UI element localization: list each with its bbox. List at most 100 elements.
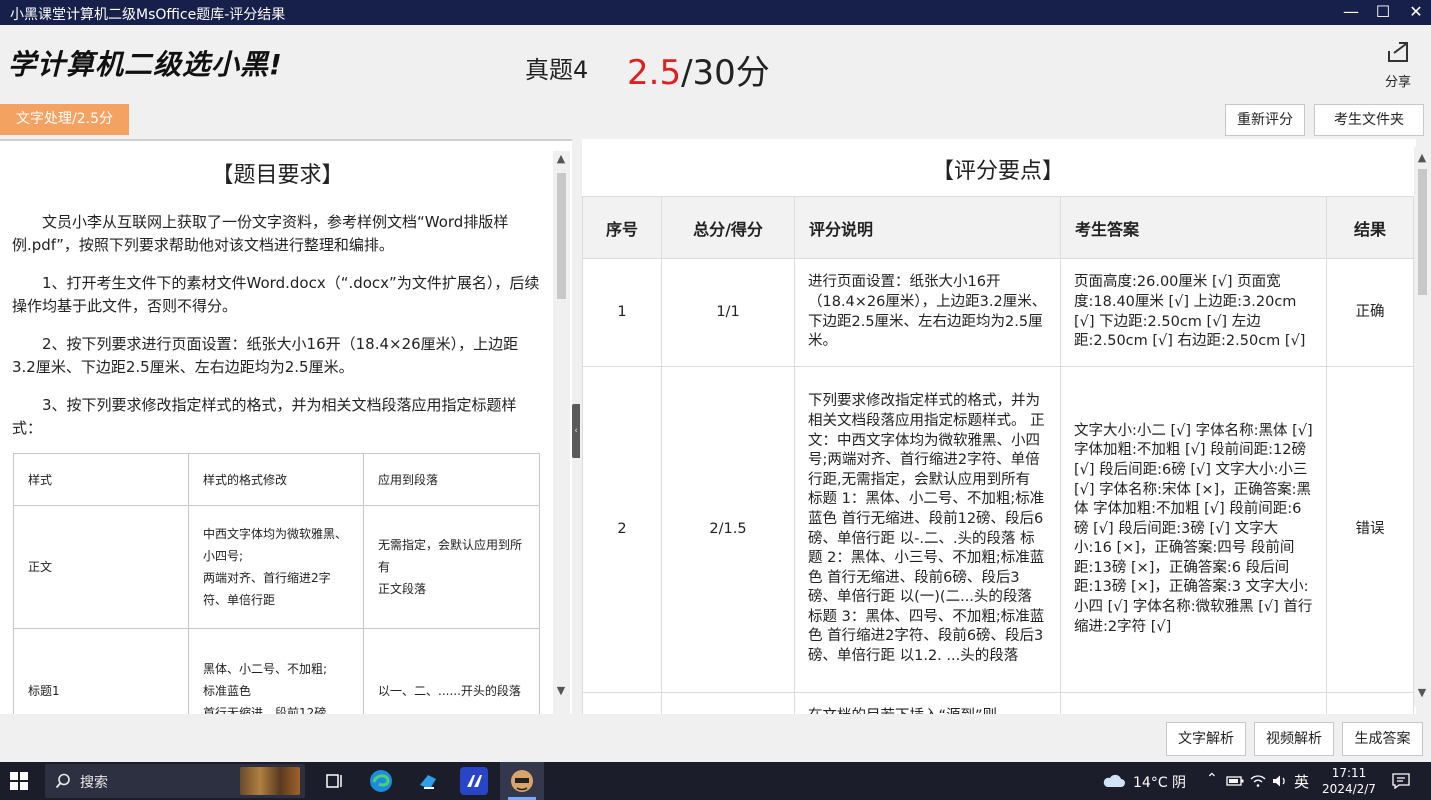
scroll-down-icon[interactable]: ▼ [1414, 685, 1430, 701]
row-description: 进行页面设置：纸张大小16开（18.4×26厘米），上边距3.2厘米、下边距2.… [794, 258, 1061, 367]
scoring-header-cell: 结果 [1326, 196, 1414, 259]
notification-icon[interactable] [1392, 773, 1410, 789]
scoring-header-cell: 考生答案 [1060, 196, 1327, 259]
row-index: 2 [582, 366, 662, 693]
row-index: 1 [582, 258, 662, 367]
style-name: 标题1 [13, 628, 189, 714]
requirements-panel: 【题目要求】 文员小李从互联网上获取了一份文字资料，参考样例文档“Word排版样… [0, 139, 572, 714]
style-table-header: 样式 样式的格式修改 应用到段落 [13, 453, 540, 506]
scoring-table-header: 序号 总分/得分 评分说明 考生答案 结果 [582, 196, 1414, 259]
exam-app-icon [511, 770, 533, 792]
app-launcher-icon[interactable] [460, 767, 488, 795]
style-apply-line: 无需指定，会默认应用到所有 [378, 538, 523, 574]
style-format-line: 黑体、小二号、不加粗; [203, 662, 328, 676]
style-format: 中西文字体均为微软雅黑、小四号; 两端对齐、首行缩进2字符、单倍行距 [188, 505, 364, 629]
style-table-row: 正文 中西文字体均为微软雅黑、小四号; 两端对齐、首行缩进2字符、单倍行距 无需指… [13, 505, 540, 629]
score-got: 2.5 [627, 53, 682, 93]
row-answer: 页面高度:26.00厘米 [√] 页面宽度:18.40厘米 [√] 上边距:3.… [1060, 258, 1327, 367]
style-format-line: 中西文字体均为微软雅黑、小四号; [203, 527, 348, 563]
style-table-header-cell: 样式的格式修改 [188, 453, 364, 506]
taskbar-search-label: 搜索 [80, 775, 108, 791]
panel-splitter-handle[interactable]: ‹ [572, 404, 580, 458]
style-table-header-cell: 样式 [13, 453, 189, 506]
exam-title: 真题4 [525, 56, 589, 84]
scoring-table: 序号 总分/得分 评分说明 考生答案 结果 1 1/1 进行页面设置：纸张大小1… [582, 196, 1414, 714]
score-total: /30分 [681, 53, 770, 93]
exam-app-taskbar-button[interactable] [500, 762, 544, 800]
requirements-scrollbar[interactable]: ▲ ▼ [553, 151, 570, 714]
scoring-header-cell: 总分/得分 [661, 196, 795, 259]
tray-chevron-up-icon[interactable]: ⌃ [1206, 771, 1218, 787]
input-method-indicator[interactable]: 英 [1294, 771, 1309, 792]
row-result: 正确 [1326, 258, 1414, 367]
row-result [1326, 692, 1414, 714]
search-icon [55, 773, 70, 789]
minimize-button[interactable]: — [1336, 0, 1366, 25]
weather-label[interactable]: 14°C 阴 [1133, 772, 1186, 792]
row-index [582, 692, 662, 714]
battery-icon[interactable] [1226, 775, 1244, 787]
edge-browser-icon[interactable] [367, 767, 395, 795]
scoring-scrollbar[interactable]: ▲ ▼ [1414, 147, 1431, 707]
table-row: 2 2/1.5 下列要求修改指定样式的格式，并为相关文档段落应用指定标题样式。 … [582, 366, 1414, 693]
style-name: 正文 [13, 505, 189, 629]
search-highlight-icon [240, 767, 300, 795]
scoring-scroll-thumb[interactable] [1418, 169, 1427, 295]
requirements-scroll-thumb[interactable] [557, 173, 566, 299]
style-format-line: 首行无缩进、段前12磅、 [203, 706, 339, 714]
scoring-header-cell: 评分说明 [794, 196, 1061, 259]
requirements-heading: 【题目要求】 [211, 163, 344, 188]
scroll-down-icon[interactable]: ▼ [553, 683, 569, 699]
style-table: 样式 样式的格式修改 应用到段落 正文 中西文字体均为微软雅黑、小四号; 两端对齐… [13, 453, 540, 714]
tab-word-processing[interactable]: 文字处理/2.5分 [0, 104, 129, 135]
weather-cloud-icon [1103, 774, 1125, 787]
text-analysis-button[interactable]: 文字解析 [1166, 722, 1246, 756]
share-button[interactable]: 分享 [1378, 39, 1418, 90]
share-label: 分享 [1384, 75, 1411, 90]
row-description: 下列要求修改指定样式的格式，并为相关文档段落应用指定标题样式。 正文：中西文字体… [794, 366, 1061, 693]
style-apply-line: 正文段落 [378, 582, 427, 596]
close-button[interactable]: ✕ [1401, 0, 1431, 25]
style-apply: 无需指定，会默认应用到所有正文段落 [363, 505, 540, 629]
row-score: 1/1 [661, 258, 795, 367]
header: 学计算机二级选小黑! 真题4 2.5/30分 分享 [0, 25, 1431, 101]
row-score: 2/1.5 [661, 366, 795, 693]
taskbar: 搜索 14°C 阴 ⌃ 英 17:11 2024/2/7 [0, 762, 1431, 800]
requirement-paragraph: 文员小李从互联网上获取了一份文字资料，参考样例文档“Word排版样例.pdf”，… [12, 213, 509, 254]
score-display: 2.5/30分 [627, 45, 770, 94]
volume-icon[interactable] [1271, 774, 1289, 788]
table-row: 1 1/1 进行页面设置：纸张大小16开（18.4×26厘米），上边距3.2厘米… [582, 258, 1414, 367]
scoring-header-cell: 序号 [582, 196, 662, 259]
pc-manager-icon[interactable] [414, 767, 442, 795]
student-folder-button[interactable]: 考生文件夹 [1314, 104, 1424, 136]
row-result: 错误 [1326, 366, 1414, 693]
taskbar-search[interactable]: 搜索 [45, 764, 305, 798]
style-apply: 以一、二、......开头的段落 [363, 628, 540, 714]
style-format-line: 标准蓝色 [203, 684, 252, 698]
generate-answer-button[interactable]: 生成答案 [1342, 722, 1423, 756]
style-apply-line: 以一、二、......开头的段落 [378, 684, 521, 698]
share-icon [1388, 42, 1408, 62]
brand-slogan: 学计算机二级选小黑! [8, 48, 283, 81]
row-description: 在文档的目若下插入“源到”则 [794, 692, 1061, 714]
maximize-button[interactable]: ☐ [1368, 0, 1398, 25]
rescore-button[interactable]: 重新评分 [1225, 104, 1305, 136]
window-title: 小黑课堂计算机二级MsOffice题库-评分结果 [10, 7, 286, 23]
video-analysis-button[interactable]: 视频解析 [1254, 722, 1334, 756]
wifi-icon[interactable] [1250, 774, 1266, 788]
requirement-paragraph: 1、打开考生文件下的素材文件Word.docx（“.docx”为文件扩展名），后… [12, 274, 540, 315]
taskbar-clock[interactable]: 17:11 2024/2/7 [1318, 765, 1380, 797]
clock-time: 17:11 [1331, 766, 1367, 780]
style-table-row: 标题1 黑体、小二号、不加粗; 标准蓝色首行无缩进、段前12磅、 以一、二、...… [13, 628, 540, 714]
scroll-up-icon[interactable]: ▲ [1414, 150, 1430, 166]
windows-start-icon[interactable] [10, 772, 28, 790]
scoring-panel: 【评分要点】 序号 总分/得分 评分说明 考生答案 结果 1 1/1 进行页面设… [582, 139, 1416, 714]
row-answer [1060, 692, 1327, 714]
requirement-paragraph: 3、按下列要求修改指定样式的格式，并为相关文档段落应用指定标题样式： [12, 396, 517, 437]
style-format: 黑体、小二号、不加粗; 标准蓝色首行无缩进、段前12磅、 [188, 628, 364, 714]
requirement-paragraph: 2、按下列要求进行页面设置：纸张大小16开（18.4×26厘米），上边距3.2厘… [12, 335, 519, 376]
title-bar: 小黑课堂计算机二级MsOffice题库-评分结果 — ☐ ✕ [0, 0, 1431, 25]
style-format-line: 两端对齐、首行缩进2字符、单倍行距 [203, 571, 331, 607]
scroll-up-icon[interactable]: ▲ [553, 151, 569, 167]
task-view-icon[interactable] [322, 767, 346, 795]
